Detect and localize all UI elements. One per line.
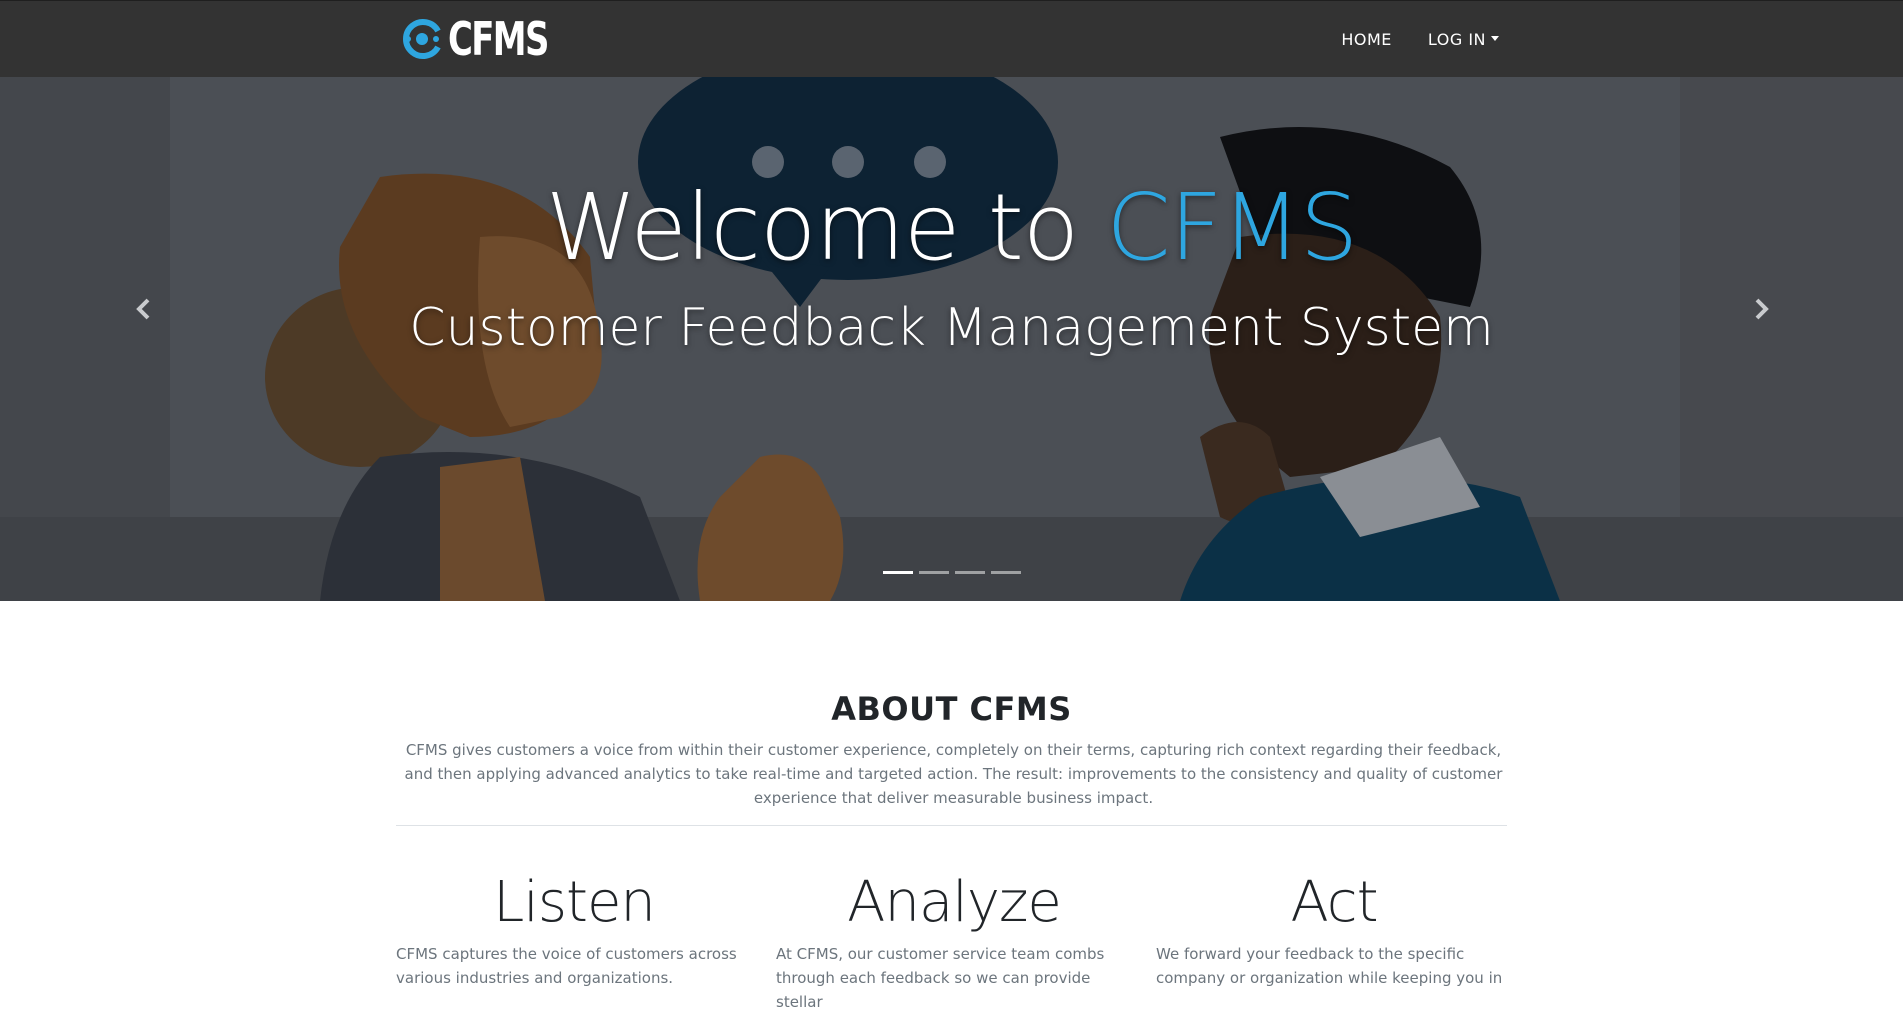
carousel-prev-button[interactable]: [124, 289, 164, 329]
feature-listen: Listen CFMS captures the voice of custom…: [396, 868, 752, 990]
carousel-indicators: [0, 571, 1903, 574]
carousel-indicator-4[interactable]: [990, 571, 1021, 574]
hero-carousel: Welcome to CFMS Customer Feedback Manage…: [0, 77, 1903, 601]
nav-links: HOME LOG IN: [1341, 1, 1499, 78]
chevron-right-icon: [1755, 298, 1769, 320]
navbar: CFMS HOME LOG IN: [0, 0, 1903, 77]
caret-down-icon: [1491, 36, 1499, 41]
hero-title: Welcome to CFMS: [0, 177, 1903, 278]
carousel-indicator-3[interactable]: [954, 571, 985, 574]
feature-act: Act We forward your feedback to the spec…: [1156, 868, 1512, 990]
feature-title: Listen: [493, 870, 656, 935]
hero-title-main: Welcome to: [545, 174, 1107, 281]
brand-text: CFMS: [448, 12, 549, 66]
feature-text: We forward your feedback to the specific…: [1156, 945, 1503, 987]
carousel-indicator-1[interactable]: [882, 571, 913, 574]
section-divider: [396, 825, 1507, 826]
hero-subtitle: Customer Feedback Management System: [409, 298, 1494, 358]
feature-title: Act: [1290, 870, 1378, 935]
about-text: CFMS gives customers a voice from within…: [404, 741, 1503, 807]
feature-analyze: Analyze At CFMS, our customer service te…: [776, 868, 1132, 1014]
feature-title: Analyze: [847, 870, 1062, 935]
about-title: ABOUT CFMS: [831, 690, 1072, 728]
carousel-indicator-2[interactable]: [918, 571, 949, 574]
hero-title-accent: CFMS: [1106, 174, 1358, 281]
cfms-logo-icon: [403, 19, 441, 59]
nav-home-label: HOME: [1341, 30, 1392, 49]
feature-text: At CFMS, our customer service team combs…: [776, 945, 1105, 1011]
brand-link[interactable]: CFMS: [400, 15, 570, 63]
chevron-left-icon: [136, 298, 150, 320]
feature-text: CFMS captures the voice of customers acr…: [396, 945, 737, 987]
nav-home-link[interactable]: HOME: [1341, 30, 1392, 49]
nav-login-dropdown[interactable]: LOG IN: [1428, 30, 1499, 49]
nav-login-label: LOG IN: [1427, 30, 1486, 49]
carousel-next-button[interactable]: [1741, 289, 1781, 329]
